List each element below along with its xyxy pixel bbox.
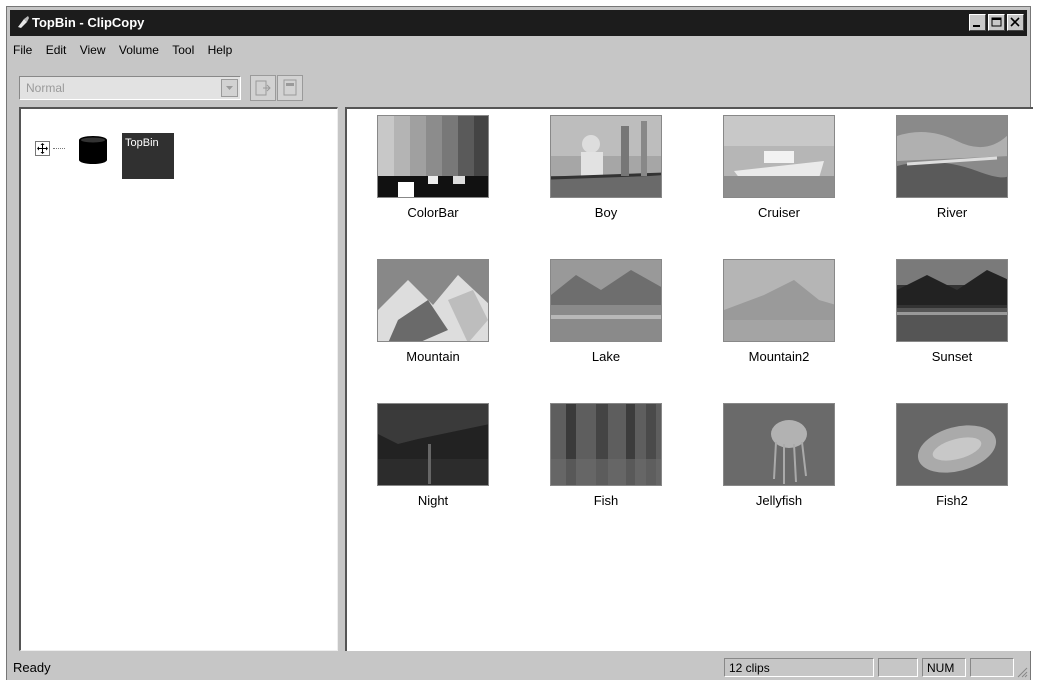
clip-label: Jellyfish (755, 493, 803, 508)
export-button[interactable] (250, 75, 276, 101)
database-icon (79, 136, 107, 164)
fish2-image (897, 404, 1007, 485)
bin-tree-pane[interactable]: TopBin (19, 107, 338, 651)
clip-label: Cruiser (758, 205, 800, 220)
import-icon (283, 79, 297, 96)
boy-image (551, 116, 661, 197)
app-window: TopBin - ClipCopy File Edit View Volume … (6, 6, 1033, 680)
maximize-button[interactable] (988, 14, 1005, 31)
river-image (897, 116, 1007, 197)
menu-help[interactable]: Help (208, 39, 233, 61)
menu-tool[interactable]: Tool (172, 39, 194, 61)
clip-label: Mountain2 (748, 349, 810, 364)
menu-edit[interactable]: Edit (46, 39, 67, 61)
clip-thumbnail-fish[interactable] (550, 403, 662, 486)
status-panel-empty-2 (970, 658, 1014, 677)
clip-thumbnail-night[interactable] (377, 403, 489, 486)
mode-select-value: Normal (26, 81, 65, 95)
clip-thumbnail-river[interactable] (896, 115, 1008, 198)
minimize-icon (973, 25, 980, 27)
chevron-down-icon (226, 86, 233, 90)
tree-connector (53, 148, 65, 149)
status-text: Ready (13, 660, 51, 675)
clip-thumbnail-fish2[interactable] (896, 403, 1008, 486)
menu-volume[interactable]: Volume (119, 39, 159, 61)
window-title: TopBin - ClipCopy (32, 15, 145, 30)
menu-view[interactable]: View (80, 39, 106, 61)
jellyfish-image (724, 404, 834, 485)
tree-item-topbin[interactable]: TopBin (122, 133, 174, 179)
resize-grip-icon[interactable] (1016, 666, 1028, 678)
fish-image (551, 404, 661, 485)
minimize-button[interactable] (969, 14, 986, 31)
clip-label: Sunset (931, 349, 973, 364)
dropdown-button[interactable] (221, 79, 238, 97)
sunset-image (897, 260, 1007, 341)
clip-thumbnail-jellyfish[interactable] (723, 403, 835, 486)
clip-count-panel: 12 clips (724, 658, 874, 677)
clip-label: Fish2 (936, 493, 968, 508)
num-lock-indicator: NUM (922, 658, 966, 677)
clip-thumbnail-sunset[interactable] (896, 259, 1008, 342)
menu-file[interactable]: File (13, 39, 32, 61)
lake-image (551, 260, 661, 341)
clip-thumbnail-colorbar[interactable] (377, 115, 489, 198)
import-button[interactable] (277, 75, 303, 101)
night-image (378, 404, 488, 485)
mountain2-image (724, 260, 834, 341)
clip-label: ColorBar (407, 205, 459, 220)
app-icon (18, 16, 29, 28)
mode-select[interactable]: Normal (19, 76, 241, 100)
clip-label: Lake (591, 349, 621, 364)
tree-expander[interactable] (35, 141, 50, 156)
expand-icon (37, 143, 48, 154)
maximize-icon (991, 17, 1002, 27)
clip-label: Night (417, 493, 449, 508)
clip-grid-pane[interactable]: ColorBar Boy Cruiser River Mountain Lake… (345, 107, 1033, 651)
close-button[interactable] (1007, 14, 1024, 31)
clip-thumbnail-mountain[interactable] (377, 259, 489, 342)
cruiser-image (724, 116, 834, 197)
title-bar[interactable]: TopBin - ClipCopy (10, 10, 1027, 36)
clip-thumbnail-lake[interactable] (550, 259, 662, 342)
mountain-image (378, 260, 488, 341)
clip-label: River (936, 205, 968, 220)
clip-label: Mountain (406, 349, 460, 364)
clip-thumbnail-boy[interactable] (550, 115, 662, 198)
status-bar: Ready 12 clips NUM (7, 654, 1030, 680)
clip-thumbnail-mountain2[interactable] (723, 259, 835, 342)
colorbar-image (378, 116, 488, 197)
clip-label: Boy (594, 205, 618, 220)
clip-label: Fish (593, 493, 619, 508)
clip-thumbnail-cruiser[interactable] (723, 115, 835, 198)
export-icon (255, 80, 271, 96)
close-icon (1010, 17, 1020, 27)
menu-bar: File Edit View Volume Tool Help (13, 39, 242, 61)
status-panel-empty (878, 658, 918, 677)
